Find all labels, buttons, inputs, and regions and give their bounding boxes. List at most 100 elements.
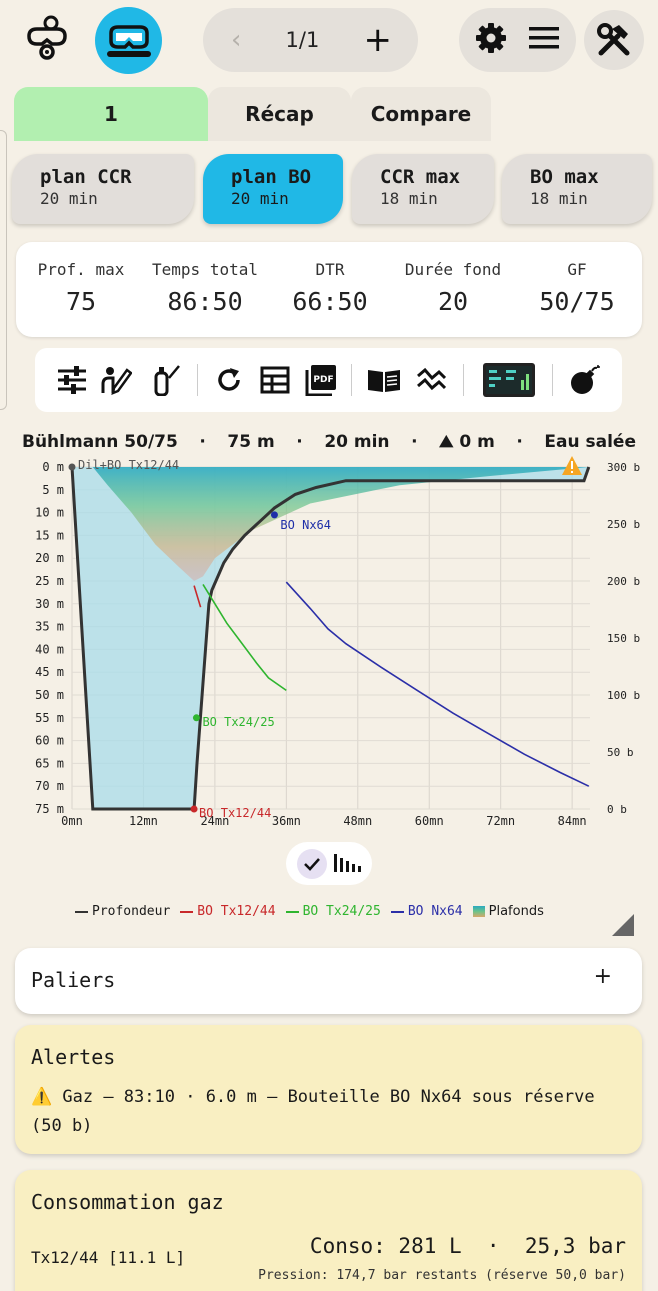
- stat-value: 75: [65, 287, 97, 316]
- dive-mask-button[interactable]: [95, 7, 162, 74]
- stat-value: 66:50: [292, 287, 368, 316]
- plan-time: 20 min: [40, 189, 98, 208]
- plan-name: BO max: [530, 166, 599, 188]
- bomb-icon[interactable]: [567, 362, 603, 398]
- y-tick-label-right: 200 b: [607, 575, 640, 588]
- gas-consumption-section: Consommation gaz Tx12/44 [11.1 L] Conso:…: [15, 1170, 642, 1291]
- plan-card-bo-max[interactable]: BO max 18 min: [502, 154, 652, 224]
- separator: ·: [516, 432, 523, 452]
- y-tick-label-left: 60 m: [35, 734, 64, 748]
- water-type-label: Eau salée: [544, 432, 636, 452]
- y-tick-label-left: 0 m: [42, 460, 64, 474]
- gas-switch-marker: [192, 714, 200, 722]
- svg-text:PDF: PDF: [313, 375, 333, 385]
- wave-profile-icon[interactable]: [413, 362, 449, 398]
- gas-switch-label: BO Tx12/44: [199, 806, 271, 820]
- legend-label: Profondeur: [92, 904, 171, 919]
- gas-switch-marker: [68, 463, 76, 471]
- legend-item-bo-tx12[interactable]: BO Tx12/44: [180, 904, 276, 919]
- separator: ·: [296, 432, 303, 452]
- plan-card-ccr[interactable]: plan CCR 20 min: [12, 154, 194, 224]
- bar-levels-icon[interactable]: [333, 852, 361, 876]
- chart-options-toggle[interactable]: [286, 842, 372, 885]
- y-tick-label-right: 150 b: [607, 632, 640, 645]
- legend-item-bo-nx64[interactable]: BO Nx64: [390, 904, 463, 919]
- tab-1[interactable]: 1: [14, 87, 208, 141]
- y-tick-label-left: 30 m: [35, 597, 64, 611]
- prev-page-button[interactable]: ‹: [231, 25, 241, 55]
- top-bar: ‹ 1/1 +: [0, 0, 658, 82]
- y-tick-label-left: 5 m: [42, 483, 64, 497]
- legend-label: BO Nx64: [407, 904, 463, 919]
- plan-card-ccr-max[interactable]: CCR max 18 min: [352, 154, 494, 224]
- depth-label: 75 m: [227, 432, 275, 452]
- section-title: Consommation gaz: [31, 1190, 224, 1214]
- stat-gf: GF 50/75: [512, 260, 642, 316]
- legend-item-profondeur[interactable]: Profondeur: [75, 904, 170, 919]
- dive-profile-chart[interactable]: 0mn 12mn 24mn 36mn 48mn 60mn 72mn 84mn0 m5 m10 …: [0, 455, 658, 835]
- plan-selector: plan CCR 20 min plan BO 20 min CCR max 1…: [12, 154, 652, 224]
- chart-legend: Profondeur BO Tx12/44 BO Tx24/25 BO Nx64…: [75, 904, 544, 919]
- warning-icon: [562, 456, 582, 475]
- hammer-wrench-icon: [597, 23, 630, 56]
- stat-dtr: DTR 66:50: [265, 260, 395, 316]
- dive-summary-card: Prof. max 75 Temps total 86:50 DTR 66:50…: [16, 242, 642, 337]
- toolbar-divider: [197, 364, 198, 396]
- plan-time: 18 min: [530, 189, 588, 208]
- dive-mask-icon: [106, 24, 151, 57]
- alert-message: ⚠️ Gaz — 83:10 · 6.0 m — Bouteille BO Nx…: [31, 1087, 595, 1136]
- x-tick-label: 0mn: [61, 814, 83, 828]
- time-label: 20 min: [324, 432, 390, 452]
- gas-switch-label: Dil+BO Tx12/44: [78, 458, 179, 472]
- gear-icon[interactable]: [475, 22, 507, 58]
- legend-item-bo-tx24[interactable]: BO Tx24/25: [285, 904, 381, 919]
- pdf-icon[interactable]: PDF: [303, 362, 339, 398]
- series-line-2: [202, 583, 287, 692]
- x-tick-label: 36mn: [272, 814, 301, 828]
- y-tick-label-right: 50 b: [607, 746, 634, 759]
- tab-recap[interactable]: Récap: [208, 87, 351, 141]
- expand-icon[interactable]: +: [594, 964, 612, 989]
- table-icon[interactable]: [257, 362, 293, 398]
- altitude-label: ⛰ 0 m: [439, 432, 495, 452]
- gas-switch-marker: [190, 805, 198, 813]
- refresh-icon[interactable]: [211, 362, 247, 398]
- y-tick-label-left: 50 m: [35, 688, 64, 702]
- stat-value: 86:50: [167, 287, 243, 316]
- tab-compare[interactable]: Compare: [351, 87, 491, 141]
- x-tick-label: 84mn: [558, 814, 587, 828]
- book-icon[interactable]: [366, 362, 402, 398]
- stat-label: Prof. max: [37, 260, 125, 279]
- legend-item-plafonds[interactable]: Plafonds: [472, 904, 544, 919]
- resize-handle-icon[interactable]: [612, 914, 634, 936]
- toolbar-divider: [351, 364, 352, 396]
- y-tick-label-left: 15 m: [35, 528, 64, 542]
- x-tick-label: 60mn: [415, 814, 444, 828]
- gas-name: Tx12/44 [11.1 L]: [31, 1248, 186, 1267]
- chart-header: Bühlmann 50/75 · 75 m · 20 min · ⛰ 0 m ·…: [22, 432, 636, 452]
- edit-diver-icon[interactable]: [98, 362, 134, 398]
- diver-logo-icon[interactable]: [22, 12, 72, 62]
- toolbar-divider: [463, 364, 464, 396]
- plan-name: plan BO: [231, 166, 312, 188]
- paliers-section[interactable]: Paliers +: [15, 948, 642, 1014]
- sliders-icon[interactable]: [54, 362, 90, 398]
- stat-temps-total: Temps total 86:50: [140, 260, 270, 316]
- tools-button[interactable]: [584, 10, 644, 70]
- side-drawer-handle[interactable]: [0, 130, 7, 410]
- plan-card-bo[interactable]: plan BO 20 min: [203, 154, 343, 224]
- section-title: Alertes: [31, 1045, 116, 1069]
- y-tick-label-left: 20 m: [35, 551, 64, 565]
- y-tick-label-left: 10 m: [35, 506, 64, 520]
- stat-label: GF: [567, 260, 587, 279]
- dive-computer-icon[interactable]: [481, 362, 537, 398]
- alerts-section: Alertes ⚠️ Gaz — 83:10 · 6.0 m — Bouteil…: [15, 1025, 642, 1154]
- check-icon[interactable]: [297, 848, 327, 879]
- hamburger-menu-icon[interactable]: [528, 25, 560, 55]
- plan-toolbar: PDF: [35, 348, 622, 412]
- section-title: Paliers: [31, 968, 116, 992]
- toolbar-divider: [552, 364, 553, 396]
- y-tick-label-left: 55 m: [35, 711, 64, 725]
- gas-tank-icon[interactable]: [148, 362, 184, 398]
- add-page-button[interactable]: +: [363, 23, 392, 57]
